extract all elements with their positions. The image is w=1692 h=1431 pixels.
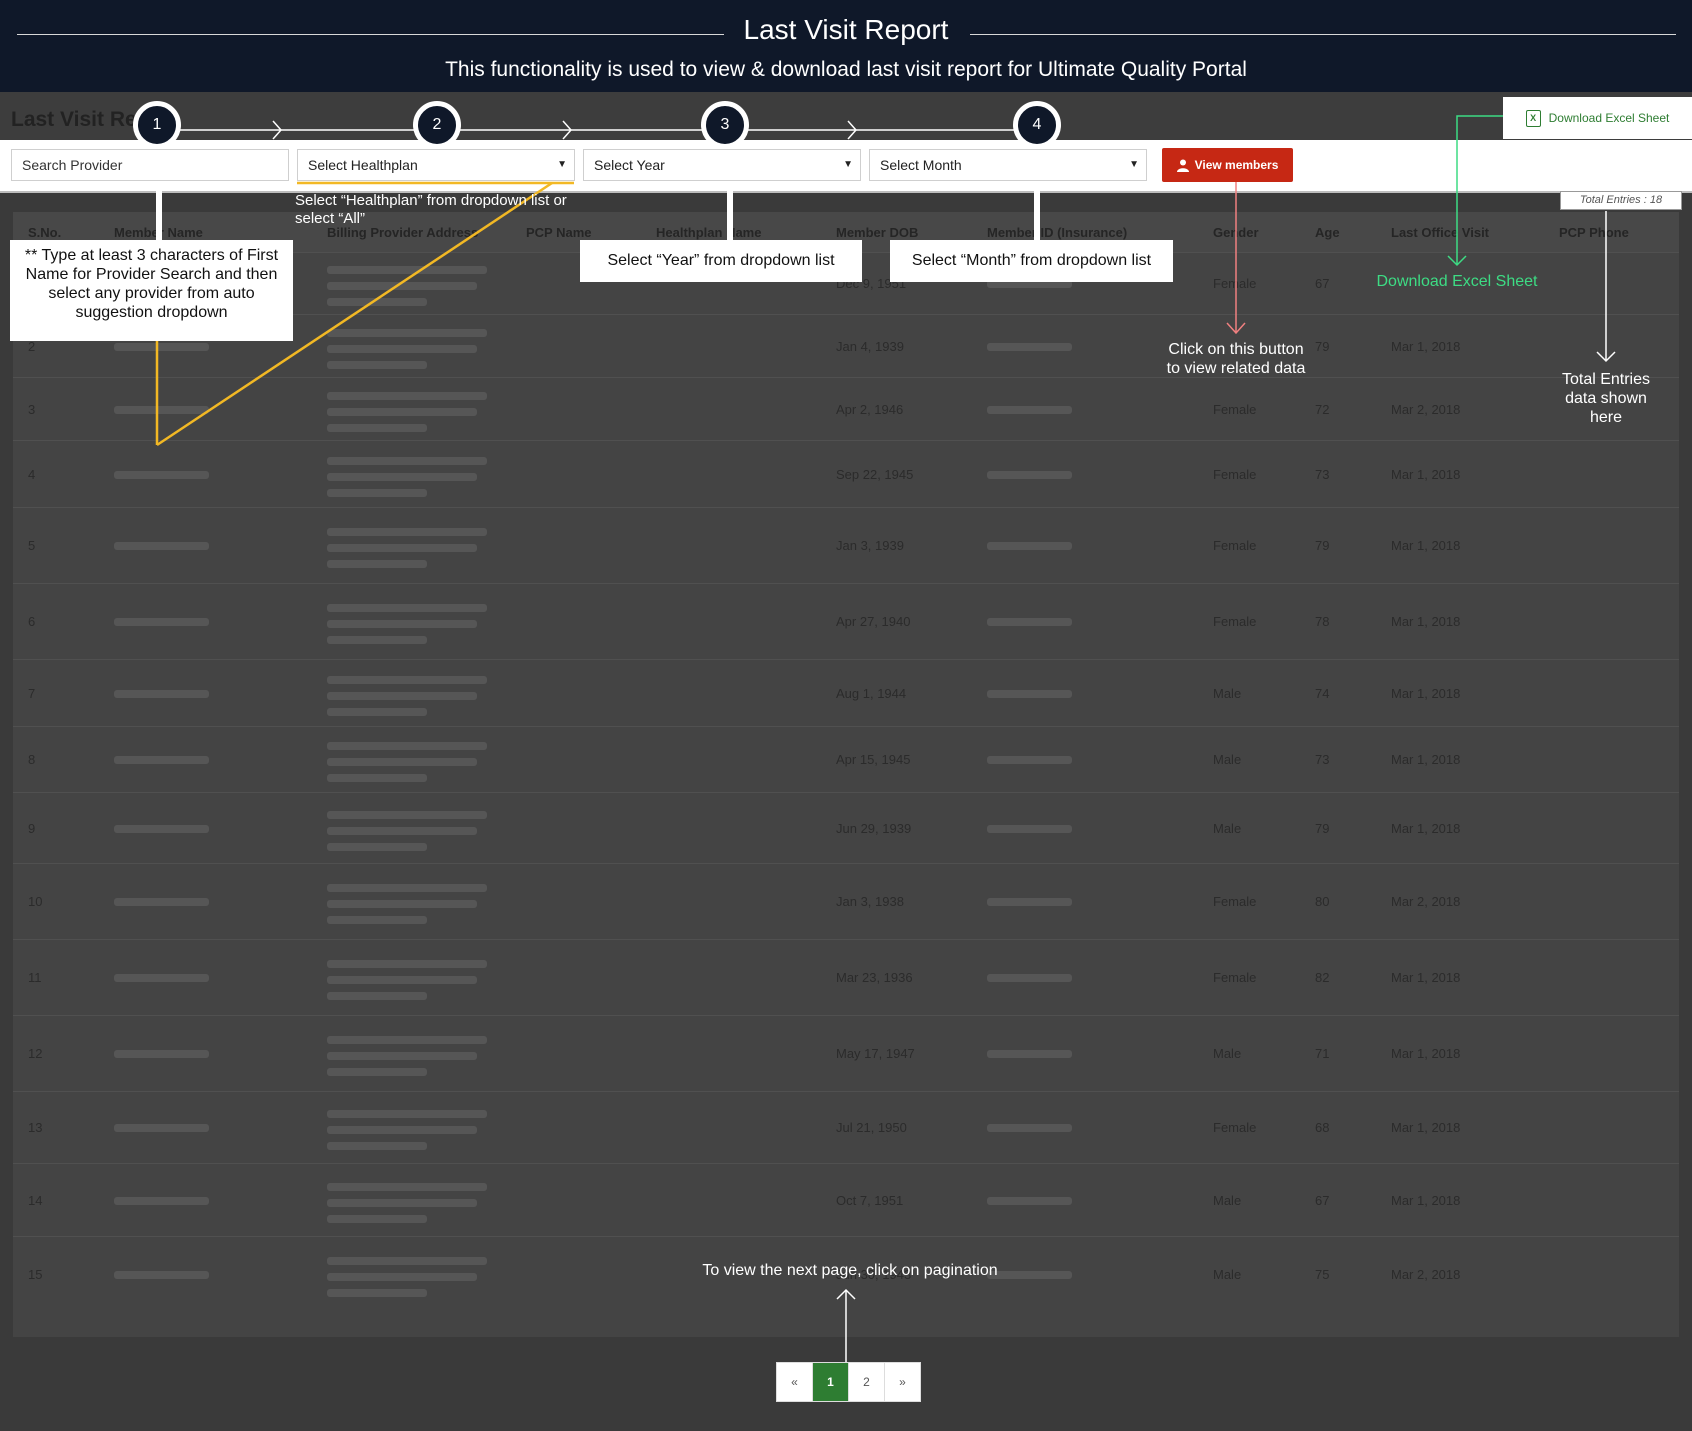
step-marker-2: 2: [413, 101, 461, 149]
step-marker-1: 1: [133, 101, 181, 149]
step-marker-4: 4: [1013, 101, 1061, 149]
pagination-annotation: To view the next page, click on paginati…: [702, 1262, 998, 1279]
download-annotation: Download Excel Sheet: [1376, 273, 1538, 290]
healthplan-annotation: Select “Healthplan” from dropdown list o…: [295, 192, 567, 227]
year-annotation: Select “Year” from dropdown list: [580, 240, 862, 282]
annotation-overlay: [83, 115, 1616, 1362]
view-button-annotation: Click on this button to view related dat…: [1166, 341, 1306, 377]
step-marker-3: 3: [701, 101, 749, 149]
search-annotation: ** Type at least 3 characters of First N…: [10, 240, 293, 341]
month-annotation: Select “Month” from dropdown list: [890, 240, 1173, 282]
total-entries-annotation: Total Entries data shown here: [1561, 371, 1651, 426]
